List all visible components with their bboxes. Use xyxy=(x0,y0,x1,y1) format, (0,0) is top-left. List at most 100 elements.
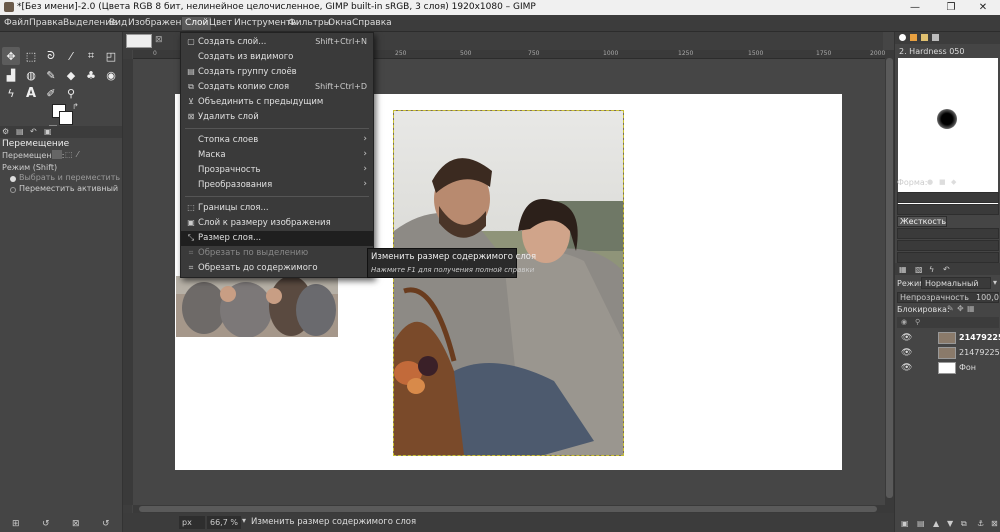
option-move-active[interactable]: Переместить активный xyxy=(19,184,118,193)
bucket-fill-tool-icon[interactable]: ◍ xyxy=(22,66,40,84)
paths-tool-icon[interactable]: ϟ xyxy=(2,84,20,102)
close-button[interactable]: ✕ xyxy=(966,0,1000,15)
fuzzy-select-tool-icon[interactable]: ⁄ xyxy=(62,47,80,65)
rect-select-tool-icon[interactable]: ⬚ xyxy=(22,47,40,65)
horizontal-scrollbar[interactable] xyxy=(133,505,885,513)
menu-item-stack[interactable]: Стопка слоев › xyxy=(181,133,373,148)
delete-layer-icon[interactable]: ⊠ xyxy=(991,519,998,528)
images-tab-icon[interactable]: ▣ xyxy=(44,127,52,136)
opacity-slider[interactable]: Непрозрачность 100,0 xyxy=(897,292,999,303)
layer-name[interactable]: Фон xyxy=(959,363,976,372)
vertical-scrollbar[interactable] xyxy=(885,50,894,513)
radio-pick-move[interactable] xyxy=(10,176,16,182)
eye-icon[interactable]: 👁 xyxy=(901,348,912,358)
new-layer-icon[interactable]: ▣ xyxy=(901,519,909,528)
eye-icon[interactable]: 👁 xyxy=(901,363,912,373)
spikes-slider[interactable] xyxy=(897,204,999,215)
lock-alpha-icon[interactable]: ▦ xyxy=(967,304,975,313)
shape-diamond-icon[interactable]: ◆ xyxy=(951,178,956,186)
lower-layer-icon[interactable]: ▼ xyxy=(947,519,953,528)
menu-item-new-from-visible[interactable]: Создать из видимого xyxy=(181,50,373,65)
warp-transform-tool-icon[interactable]: ▟ xyxy=(2,66,20,84)
smudge-tool-icon[interactable]: ◉ xyxy=(102,66,120,84)
layer-row-3[interactable]: 👁 Фон xyxy=(897,361,999,375)
zoom-select[interactable]: 66,7 % xyxy=(207,516,241,529)
anchor-layer-icon[interactable]: ⚓ xyxy=(977,519,984,528)
maximize-button[interactable]: ❐ xyxy=(934,0,968,15)
gradients-tab-icon[interactable] xyxy=(932,34,939,41)
radius-slider[interactable] xyxy=(897,192,999,203)
eye-icon[interactable]: 👁 xyxy=(901,333,912,343)
delete-options-icon[interactable]: ⊠ xyxy=(72,519,80,529)
move-tool-icon[interactable]: ✥ xyxy=(2,47,20,65)
fonts-tab-icon[interactable] xyxy=(921,34,928,41)
reset-options-icon[interactable]: ↺ xyxy=(102,519,110,529)
save-options-icon[interactable]: ⊞ xyxy=(12,519,20,529)
channels-tab-icon[interactable]: ▧ xyxy=(915,265,923,274)
undo-history-tab-icon[interactable]: ↶ xyxy=(30,127,37,136)
shape-circle-icon[interactable]: ● xyxy=(927,178,933,186)
menu-item-crop-to-content[interactable]: ⌗ Обрезать до содержимого xyxy=(181,261,373,276)
radio-move-active[interactable] xyxy=(10,187,16,193)
hscroll-thumb[interactable] xyxy=(139,506,877,512)
move-path-icon[interactable]: ⁄ xyxy=(77,150,78,159)
layers-tab-icon[interactable]: ▦ xyxy=(899,265,907,274)
undo-tab-icon[interactable]: ↶ xyxy=(943,265,950,274)
mode-dropdown-icon[interactable]: ▾ xyxy=(993,278,997,287)
color-picker-tool-icon[interactable]: ✐ xyxy=(42,84,60,102)
lock-pixels-icon[interactable]: ✎ xyxy=(947,304,954,313)
paths-tab-icon[interactable]: ϟ xyxy=(929,265,934,274)
tool-options-tab-icon[interactable]: ⚙ xyxy=(2,127,9,136)
menu-item-transparency[interactable]: Прозрачность › xyxy=(181,163,373,178)
layer-mode-select[interactable]: Нормальный xyxy=(921,277,991,289)
aspect-slider[interactable] xyxy=(897,228,999,239)
unit-select[interactable]: px xyxy=(179,516,205,529)
menu-item-crop-to-selection[interactable]: ⌗ Обрезать по выделению xyxy=(181,246,373,261)
brushes-tab-icon[interactable] xyxy=(899,34,906,41)
option-pick-move[interactable]: Выбрать и переместить xyxy=(19,173,120,182)
restore-options-icon[interactable]: ↺ xyxy=(42,519,50,529)
lock-position-icon[interactable]: ✥ xyxy=(957,304,964,313)
device-status-tab-icon[interactable]: ▤ xyxy=(16,127,24,136)
crop-tool-icon[interactable]: ⌗ xyxy=(82,47,100,65)
move-selection-icon[interactable]: ⬚ xyxy=(65,150,73,159)
angle-slider[interactable] xyxy=(897,240,999,251)
menu-item-new-layer-group[interactable]: ▤ Создать группу слоёв xyxy=(181,65,373,80)
layer-row-2[interactable]: 👁 214792252 xyxy=(897,346,1000,360)
menu-item-transform[interactable]: Преобразования › xyxy=(181,178,373,193)
swap-colors-icon[interactable]: ↱ xyxy=(72,102,79,111)
layer-name[interactable]: 214792251 xyxy=(959,333,1000,342)
text-tool-icon[interactable]: A xyxy=(22,84,40,102)
clone-tool-icon[interactable]: ♣ xyxy=(82,66,100,84)
move-layer-icon[interactable] xyxy=(52,150,62,159)
menu-item-duplicate-layer[interactable]: ⧉ Создать копию слоя Shift+Ctrl+D xyxy=(181,80,373,95)
eraser-tool-icon[interactable]: ◆ xyxy=(62,66,80,84)
duplicate-layer-icon[interactable]: ⧉ xyxy=(961,519,967,529)
lasso-tool-icon[interactable]: ᘐ xyxy=(42,47,60,65)
minimize-button[interactable]: — xyxy=(898,0,932,15)
close-tab-icon[interactable]: ⊠ xyxy=(155,35,163,45)
zoom-tool-icon[interactable]: ⚲ xyxy=(62,84,80,102)
unified-transform-tool-icon[interactable]: ◰ xyxy=(102,47,120,65)
hardness-slider[interactable]: Жесткость xyxy=(897,216,947,227)
layer-row-1[interactable]: 👁 214792251 xyxy=(897,331,1000,345)
layer-name[interactable]: 214792252 xyxy=(959,348,1000,357)
menu-item-mask[interactable]: Маска › xyxy=(181,148,373,163)
menu-item-layer-to-image-size[interactable]: ▣ Слой к размеру изображения xyxy=(181,216,373,231)
layer-photo-main[interactable] xyxy=(393,110,624,456)
patterns-tab-icon[interactable] xyxy=(910,34,917,41)
image-tab-thumbnail[interactable] xyxy=(126,34,152,48)
shape-square-icon[interactable]: ■ xyxy=(939,178,946,186)
menu-item-merge-down[interactable]: ⊻ Объединить с предыдущим xyxy=(181,95,373,110)
raise-layer-icon[interactable]: ▲ xyxy=(933,519,939,528)
vscroll-thumb[interactable] xyxy=(886,58,893,498)
menu-item-new-layer[interactable]: ▢ Создать слой... Shift+Ctrl+N xyxy=(181,35,373,50)
spacing-slider[interactable] xyxy=(897,252,999,263)
menu-item-delete-layer[interactable]: ⊠ Удалить слой xyxy=(181,110,373,125)
foreground-color-swatch[interactable] xyxy=(59,111,73,125)
new-group-icon[interactable]: ▤ xyxy=(917,519,925,528)
menu-item-layer-boundary[interactable]: ⬚ Границы слоя... xyxy=(181,201,373,216)
zoom-dropdown-icon[interactable]: ▾ xyxy=(242,516,246,525)
layer-photo-left[interactable] xyxy=(176,276,338,337)
menu-item-scale-layer[interactable]: ⤡ Размер слоя... xyxy=(181,231,373,246)
